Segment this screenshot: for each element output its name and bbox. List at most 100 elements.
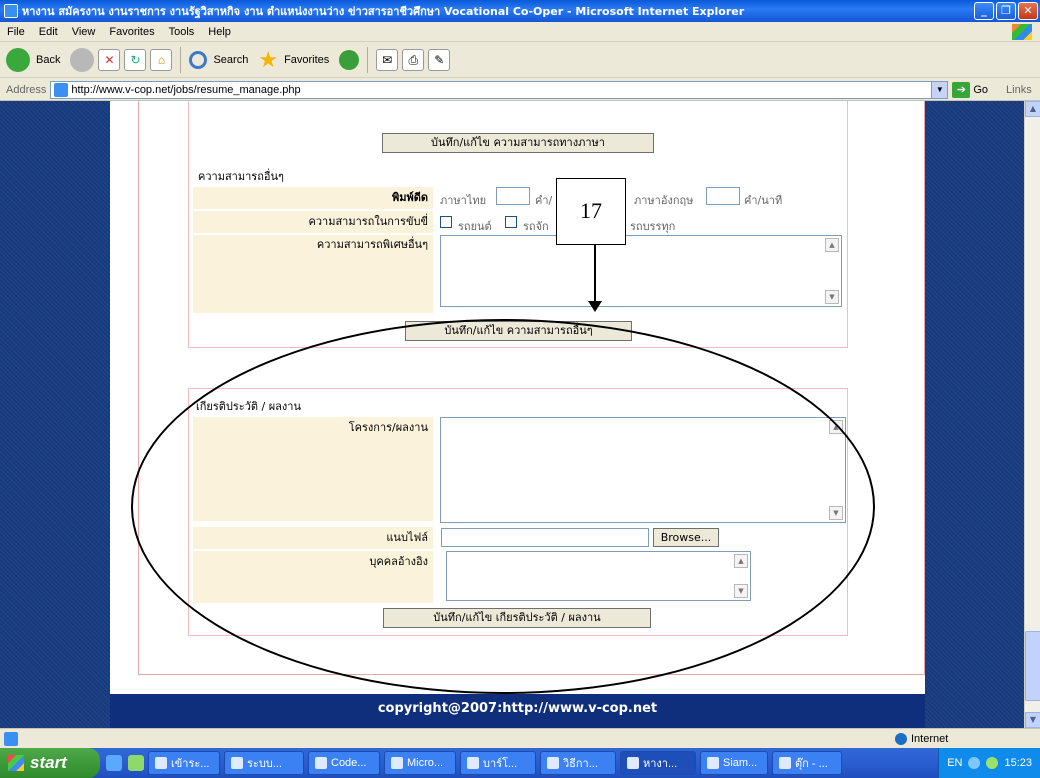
- window-icon: [231, 757, 243, 769]
- task-label: Code...: [331, 757, 367, 769]
- window-icon: [779, 757, 791, 769]
- language-indicator[interactable]: EN: [947, 757, 962, 769]
- links-label[interactable]: Links: [1006, 84, 1032, 96]
- task-label: วิธีกา...: [563, 758, 598, 770]
- scroll-up-icon[interactable]: ▲: [829, 420, 843, 434]
- project-label: โครงการ/ผลงาน: [193, 417, 433, 521]
- status-bar: Internet: [0, 728, 1040, 748]
- callout-arrow-head: [588, 301, 602, 312]
- address-label: Address: [6, 83, 47, 96]
- window-title: หางาน สมัครงาน งานราชการ งานรัฐวิสาหกิจ …: [22, 5, 745, 18]
- tray-icon[interactable]: [968, 757, 981, 769]
- task-item[interactable]: เข้าระ...: [148, 751, 220, 775]
- motorcycle-checkbox[interactable]: [505, 216, 517, 228]
- edit-icon[interactable]: ✎: [428, 48, 451, 71]
- task-item[interactable]: วิธีกา...: [540, 751, 616, 775]
- scroll-up-icon[interactable]: ▲: [734, 554, 748, 568]
- go-label[interactable]: Go: [973, 84, 988, 96]
- attach-file-input[interactable]: [441, 528, 649, 547]
- task-item[interactable]: บาร์โ...: [460, 751, 536, 775]
- menu-bar: File Edit View Favorites Tools Help: [0, 22, 1040, 42]
- scroll-down-icon[interactable]: ▼: [1025, 712, 1040, 728]
- page-footer: copyright@2007:http://www.v-cop.net: [110, 694, 925, 728]
- stop-icon[interactable]: ✕: [98, 48, 121, 71]
- messenger-quicklaunch-icon[interactable]: [128, 755, 144, 771]
- scroll-down-icon[interactable]: ▼: [825, 290, 839, 304]
- scroll-up-icon[interactable]: ▲: [825, 238, 839, 252]
- english-typing-unit: คำ/นาที: [744, 194, 783, 207]
- scroll-down-icon[interactable]: ▼: [734, 584, 748, 598]
- car-checkbox[interactable]: [440, 216, 452, 228]
- address-input[interactable]: http://www.v-cop.net/jobs/resume_manage.…: [50, 80, 949, 99]
- task-item-active[interactable]: หางา...: [620, 751, 696, 775]
- attach-file-label: แนบไฟล์: [193, 527, 433, 549]
- window-icon: [547, 757, 559, 769]
- search-icon[interactable]: [189, 50, 208, 69]
- favorites-star-icon[interactable]: ★: [258, 48, 278, 71]
- window-icon: [467, 757, 479, 769]
- menu-help[interactable]: Help: [201, 26, 238, 38]
- truck-label: รถบรรทุก: [630, 220, 676, 233]
- forward-arrow-icon[interactable]: [70, 47, 95, 72]
- task-label: Micro...: [407, 757, 444, 769]
- motorcycle-label: รถจัก: [523, 220, 549, 233]
- history-icon[interactable]: [339, 49, 360, 70]
- window-icon: [315, 757, 327, 769]
- address-bar: Address http://www.v-cop.net/jobs/resume…: [0, 79, 1040, 101]
- back-button-label[interactable]: Back: [34, 54, 66, 66]
- refresh-icon[interactable]: ↻: [124, 48, 147, 71]
- address-url[interactable]: http://www.v-cop.net/jobs/resume_manage.…: [71, 84, 300, 96]
- scroll-down-icon[interactable]: ▼: [829, 506, 843, 520]
- window-icon: [391, 757, 403, 769]
- menu-file[interactable]: File: [0, 26, 32, 38]
- system-tray: EN 15:23: [938, 748, 1040, 778]
- address-dropdown-icon[interactable]: ▼: [931, 81, 948, 98]
- thai-typing-input[interactable]: [496, 187, 530, 205]
- page-viewport: บันทึก/แก้ไข ความสามารถทางภาษา ความสามาร…: [0, 101, 1040, 728]
- reference-textarea[interactable]: ▲ ▼: [446, 551, 751, 601]
- mail-icon[interactable]: ✉: [376, 48, 399, 71]
- task-item[interactable]: ระบบ...: [224, 751, 304, 775]
- project-textarea[interactable]: ▲ ▼: [440, 417, 846, 523]
- favorites-button-label[interactable]: Favorites: [282, 54, 335, 66]
- start-button[interactable]: start: [0, 748, 100, 778]
- maximize-button[interactable]: ❐: [996, 2, 1016, 20]
- special-skills-textarea[interactable]: ▲ ▼: [440, 235, 842, 307]
- save-language-button[interactable]: บันทึก/แก้ไข ความสามารถทางภาษา: [382, 133, 654, 153]
- task-label: Siam...: [723, 757, 758, 769]
- english-typing-input[interactable]: [706, 187, 740, 205]
- other-skills-heading: ความสามารถอื่นๆ: [198, 170, 284, 183]
- page-icon: [54, 82, 69, 97]
- task-item[interactable]: Code...: [308, 751, 380, 775]
- clock: 15:23: [1004, 757, 1032, 769]
- menu-favorites[interactable]: Favorites: [102, 26, 161, 38]
- ie-quicklaunch-icon[interactable]: [106, 755, 122, 771]
- menu-view[interactable]: View: [65, 26, 103, 38]
- browse-button[interactable]: Browse...: [653, 528, 719, 547]
- menu-edit[interactable]: Edit: [32, 26, 65, 38]
- globe-icon: [895, 732, 907, 745]
- task-item[interactable]: Siam...: [700, 751, 768, 775]
- task-item[interactable]: Micro...: [384, 751, 456, 775]
- go-arrow-icon[interactable]: ➔: [952, 81, 971, 98]
- save-honors-button[interactable]: บันทึก/แก้ไข เกียรติประวัติ / ผลงาน: [383, 608, 651, 628]
- back-arrow-icon[interactable]: [6, 47, 30, 72]
- save-other-skills-button[interactable]: บันทึก/แก้ไข ความสามารถอื่นๆ: [405, 321, 632, 341]
- network-icon[interactable]: [986, 757, 999, 769]
- go-button[interactable]: ➔ Go: [952, 81, 988, 98]
- search-button-label[interactable]: Search: [211, 54, 254, 66]
- callout-arrow: [594, 245, 596, 305]
- vertical-scrollbar[interactable]: ▲ ▼: [1024, 101, 1040, 728]
- minimize-button[interactable]: _: [974, 2, 994, 20]
- car-label: รถยนต์: [458, 220, 492, 233]
- close-button[interactable]: ✕: [1018, 2, 1038, 20]
- special-skills-label: ความสามารถพิเศษอื่นๆ: [193, 235, 433, 313]
- task-item[interactable]: ตุ๊ก - ...: [772, 751, 842, 775]
- scroll-up-icon[interactable]: ▲: [1025, 101, 1040, 117]
- scroll-thumb[interactable]: [1025, 631, 1040, 701]
- honors-heading: เกียรติประวัติ / ผลงาน: [196, 400, 301, 413]
- home-icon[interactable]: ⌂: [150, 48, 173, 71]
- print-icon[interactable]: ⎙: [402, 48, 425, 71]
- menu-tools[interactable]: Tools: [162, 26, 202, 38]
- english-typing-label: ภาษาอังกฤษ: [634, 194, 694, 207]
